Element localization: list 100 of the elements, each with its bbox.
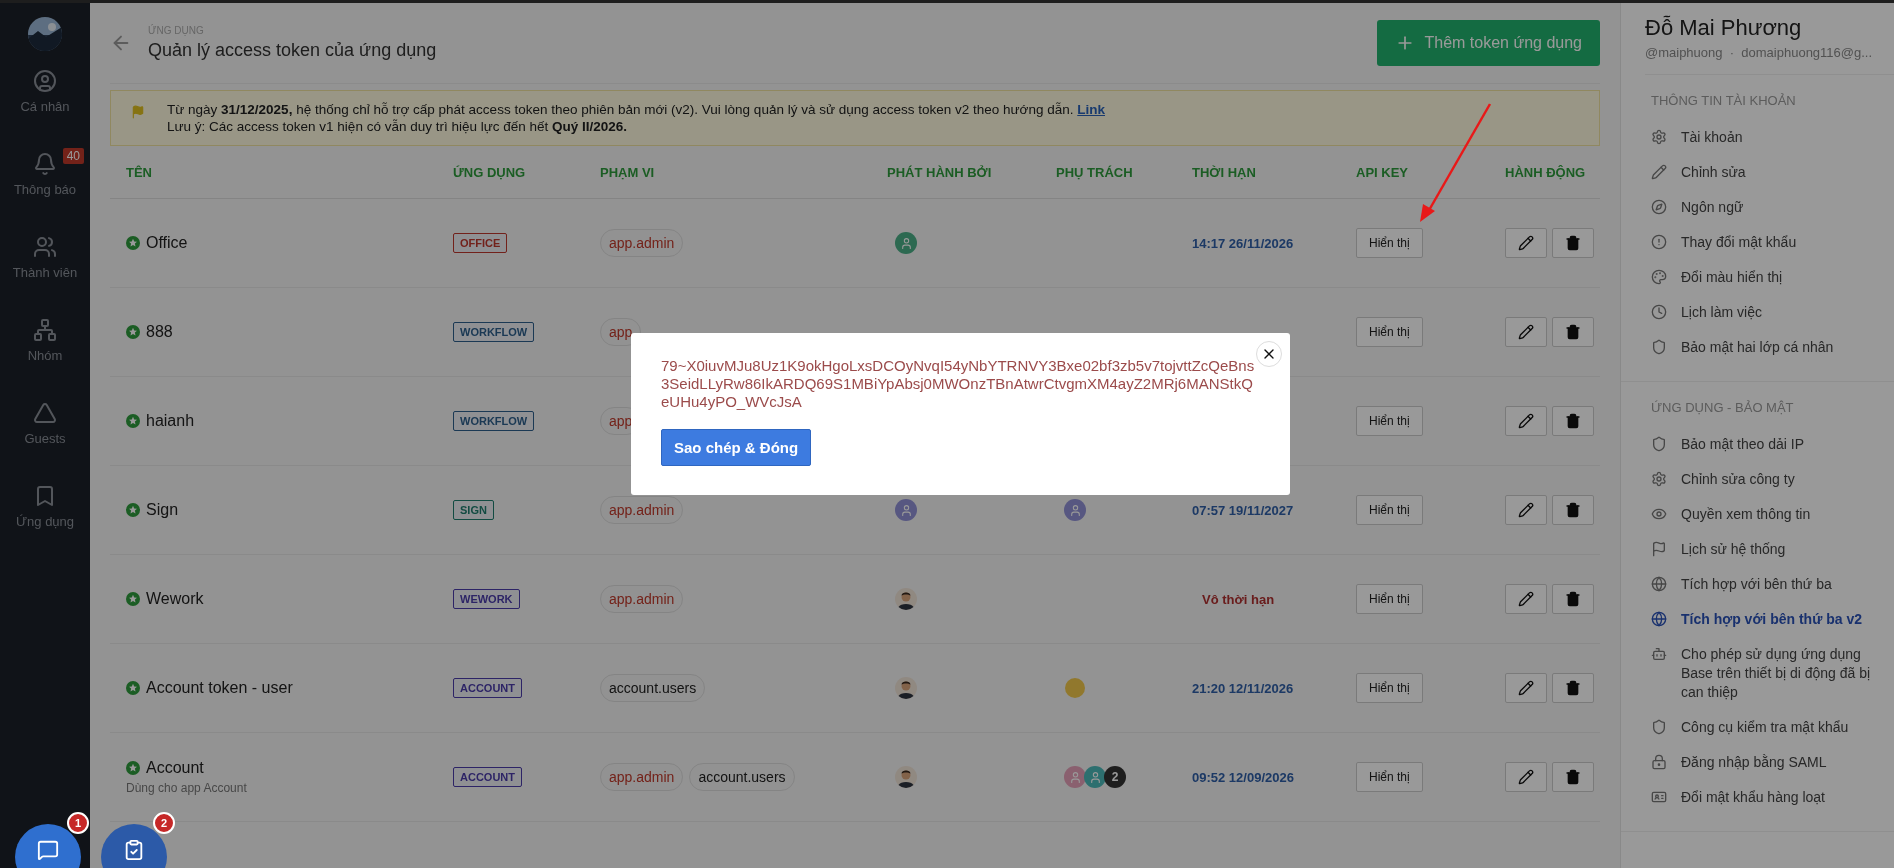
globe-icon: [1651, 576, 1667, 592]
expiry-date: Vô thời hạn: [1201, 592, 1275, 607]
delete-button[interactable]: [1552, 228, 1594, 258]
bell-icon: [33, 152, 57, 176]
token-name: Account: [146, 759, 204, 777]
edit-button[interactable]: [1505, 673, 1547, 703]
notification-badge: 40: [62, 148, 84, 164]
api-token-text: 79~X0iuvMJu8Uz1K9okHgoLxsDCOyNvqI54yNbYTRNVY3Bxe02bf3zb5v7tojvttZcQeBns3SeidLLyRw86IkARDQ69S1MBiYpAbsj0MWOnzTBnAtwrCtvgmXM4ayZ2MRj6MANStkQeUHu4yPO_WVcJsA: [661, 357, 1256, 411]
star-icon: [126, 592, 140, 606]
globe-icon: [1651, 611, 1667, 627]
edit-button[interactable]: [1505, 228, 1547, 258]
expiry-date: 21:20 12/11/2026: [1192, 681, 1294, 696]
expiry-date: 07:57 19/11/2027: [1192, 503, 1294, 518]
edit-button[interactable]: [1505, 406, 1547, 436]
trash-icon: [1565, 591, 1581, 607]
scope-chip: app.admin: [600, 585, 684, 613]
count-badge: 2: [153, 812, 175, 834]
column-header: TÊN: [126, 164, 153, 180]
token-name: Wework: [146, 590, 204, 608]
menu-item[interactable]: Thay đổi mật khẩu: [1621, 225, 1894, 260]
pencil-icon: [1518, 680, 1534, 696]
trash-icon: [1565, 413, 1581, 429]
pencil-icon: [1518, 591, 1534, 607]
star-icon: [126, 414, 140, 428]
show-key-button[interactable]: Hiển thị: [1356, 317, 1423, 347]
delete-button[interactable]: [1552, 762, 1594, 792]
profile-handle: @maiphuong · domaiphuong116@g...: [1645, 45, 1894, 75]
menu-item[interactable]: Công cụ kiểm tra mật khẩu: [1621, 710, 1894, 745]
person-avatar: [895, 766, 917, 788]
menu-item[interactable]: Đổi màu hiển thị: [1621, 260, 1894, 295]
edit-button[interactable]: [1505, 317, 1547, 347]
section-title: ỨNG DỤNG - BẢO MẬT: [1651, 400, 1795, 415]
menu-item[interactable]: Quyền xem thông tin: [1621, 497, 1894, 532]
column-header: PHỤ TRÁCH: [1056, 164, 1134, 180]
menu-item[interactable]: Tài khoản: [1621, 120, 1894, 155]
menu-item[interactable]: Chỉnh sửa công ty: [1621, 462, 1894, 497]
delete-button[interactable]: [1552, 673, 1594, 703]
flag-icon: [1651, 541, 1667, 557]
app-tag: SIGN: [453, 500, 494, 520]
show-key-button[interactable]: Hiển thị: [1356, 406, 1423, 436]
settings-icon: [1651, 471, 1667, 487]
compass-icon: [1651, 199, 1667, 215]
scope-chip: account.users: [689, 763, 795, 791]
lock-icon: [1651, 754, 1667, 770]
section-title: THÔNG TIN TÀI KHOẢN: [1651, 93, 1797, 108]
palette-icon: [1651, 269, 1667, 285]
menu-item[interactable]: Đăng nhập bằng SAML: [1621, 745, 1894, 780]
menu-item[interactable]: Lịch làm việc: [1621, 295, 1894, 330]
column-header: API KEY: [1356, 164, 1409, 180]
triangle-icon: [33, 401, 57, 425]
delete-button[interactable]: [1552, 584, 1594, 614]
menu-item[interactable]: Chỉnh sửa: [1621, 155, 1894, 190]
close-button[interactable]: [1256, 341, 1282, 367]
scope-chip: app.admin: [600, 229, 684, 257]
show-key-button[interactable]: Hiển thị: [1356, 762, 1423, 792]
copy-close-button[interactable]: Sao chép & Đóng: [661, 429, 812, 466]
app-tag: OFFICE: [453, 233, 508, 253]
show-key-button[interactable]: Hiển thị: [1356, 673, 1423, 703]
shield-icon: [1651, 339, 1667, 355]
app-tag: ACCOUNT: [453, 678, 522, 698]
clipboard-icon: [123, 839, 145, 861]
pencil-icon: [1518, 413, 1534, 429]
delete-button[interactable]: [1552, 317, 1594, 347]
show-key-button[interactable]: Hiển thị: [1356, 228, 1423, 258]
scope-chip: account.users: [600, 674, 706, 702]
menu-item[interactable]: Lịch sử hệ thống: [1621, 532, 1894, 567]
show-key-button[interactable]: Hiển thị: [1356, 495, 1423, 525]
edit-button[interactable]: [1505, 584, 1547, 614]
app-tag: ACCOUNT: [453, 767, 522, 787]
menu-item[interactable]: Bảo mật theo dải IP: [1621, 427, 1894, 462]
clock-icon: [1651, 304, 1667, 320]
token-description: Dùng cho app Account: [126, 781, 248, 795]
column-header: ỨNG DỤNG: [453, 164, 527, 180]
delete-button[interactable]: [1552, 495, 1594, 525]
delete-button[interactable]: [1552, 406, 1594, 436]
menu-item[interactable]: Ngôn ngữ: [1621, 190, 1894, 225]
menu-item[interactable]: Tích hợp với bên thứ ba: [1621, 567, 1894, 602]
page-title: Quản lý access token của ứng dụng: [148, 40, 438, 61]
edit-button[interactable]: [1505, 762, 1547, 792]
notice-text: Từ ngày 31/12/2025, hệ thống chỉ hỗ trợ cấp phát access token theo phiên bản mới (v2). Vui lòng quản lý và sử dụng access token v2 theo hướng dẫn. Link: [167, 101, 1107, 118]
app-tag: WORKFLOW: [453, 411, 535, 431]
column-header: PHÁT HÀNH BỞI: [887, 164, 993, 180]
user-icon: [33, 69, 57, 93]
trash-icon: [1565, 680, 1581, 696]
app-tag: WORKFLOW: [453, 322, 535, 342]
pencil-icon: [1518, 235, 1534, 251]
column-header: PHẠM VI: [600, 164, 656, 180]
menu-item[interactable]: Tích hợp với bên thứ ba v2: [1621, 602, 1894, 637]
notice-note: Lưu ý: Các access token v1 hiện có vẫn duy trì hiệu lực đến hết Quý II/2026.: [167, 118, 629, 135]
trash-icon: [1565, 769, 1581, 785]
scope-chip: app.admin: [600, 496, 684, 524]
token-name: haianh: [146, 412, 195, 430]
link[interactable]: Link: [1077, 102, 1106, 117]
menu-item[interactable]: Cho phép sử dụng ứng dụng Base trên thiết bị di động đã bị can thiệp: [1621, 637, 1894, 710]
edit-button[interactable]: [1505, 495, 1547, 525]
menu-item[interactable]: Đổi mật khẩu hàng loạt: [1621, 780, 1894, 815]
star-icon: [126, 503, 140, 517]
settings-icon: [1651, 129, 1667, 145]
menu-item[interactable]: Bảo mật hai lớp cá nhân: [1621, 330, 1894, 365]
show-key-button[interactable]: Hiển thị: [1356, 584, 1423, 614]
